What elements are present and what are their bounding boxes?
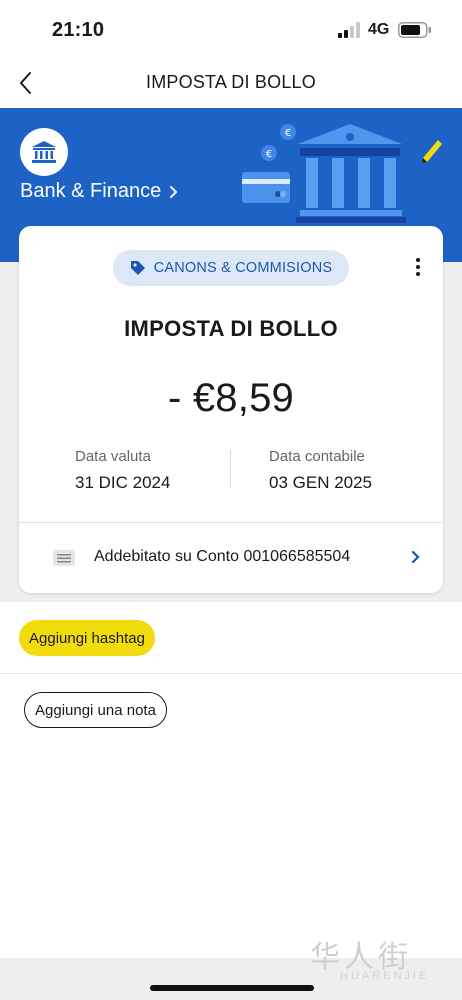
transaction-card: CANONS & COMMISIONS IMPOSTA DI BOLLO - €… xyxy=(19,226,443,593)
add-hashtag-button[interactable]: Aggiungi hashtag xyxy=(19,620,155,656)
chevron-right-icon xyxy=(411,550,420,564)
account-document-icon xyxy=(53,550,75,566)
tag-icon xyxy=(130,261,145,275)
watermark-text: HUARENJIE xyxy=(340,970,430,982)
chevron-right-icon xyxy=(170,185,178,198)
section-divider xyxy=(0,673,462,674)
value-date-label: Data valuta xyxy=(75,448,151,465)
bank-icon xyxy=(32,141,56,163)
status-bar: 21:10 4G xyxy=(0,0,462,58)
booking-date-block: Data contabile 03 GEN 2025 xyxy=(269,448,372,493)
category-chip-label: CANONS & COMMISIONS xyxy=(153,260,333,276)
status-time: 21:10 xyxy=(52,19,105,41)
booking-date-label: Data contabile xyxy=(269,448,365,465)
home-indicator[interactable] xyxy=(150,985,314,991)
network-type: 4G xyxy=(368,21,390,38)
value-date-block: Data valuta 31 DIC 2024 xyxy=(75,448,170,493)
battery-icon xyxy=(398,22,431,38)
transaction-amount: - €8,59 xyxy=(168,376,294,420)
navigation-bar: IMPOSTA DI BOLLO xyxy=(0,58,462,108)
date-divider xyxy=(230,450,231,488)
category-icon-circle xyxy=(20,128,68,176)
account-row[interactable]: Addebitato su Conto 001066585504 xyxy=(19,523,443,593)
value-date: 31 DIC 2024 xyxy=(75,473,171,492)
add-note-button[interactable]: Aggiungi una nota xyxy=(24,692,167,728)
svg-text:€: € xyxy=(285,128,291,139)
page-title: IMPOSTA DI BOLLO xyxy=(146,72,316,92)
svg-text:€: € xyxy=(266,149,272,160)
category-chip[interactable]: CANONS & COMMISIONS xyxy=(113,250,349,286)
bank-illustration-icon: € € xyxy=(242,124,406,223)
more-options-icon[interactable] xyxy=(409,258,427,280)
account-text: Addebitato su Conto 001066585504 xyxy=(94,548,351,565)
transaction-title: IMPOSTA DI BOLLO xyxy=(124,316,338,341)
cellular-signal-icon xyxy=(338,22,360,38)
category-label: Bank & Finance xyxy=(20,180,162,202)
pencil-icon[interactable] xyxy=(419,136,445,164)
category-link[interactable]: Bank & Finance xyxy=(20,180,179,203)
booking-date: 03 GEN 2025 xyxy=(269,473,373,492)
